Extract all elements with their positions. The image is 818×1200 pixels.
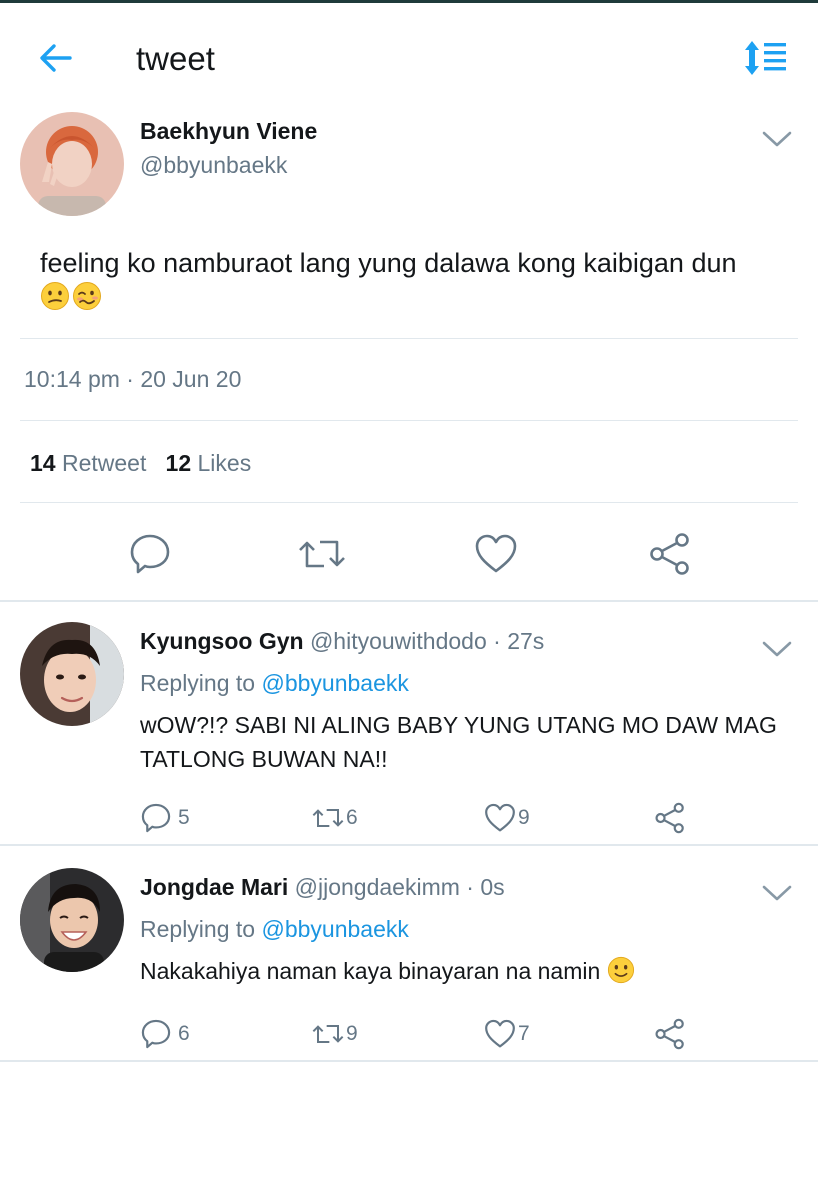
avatar-photo xyxy=(20,622,124,726)
like-button[interactable] xyxy=(474,532,518,576)
heart-icon xyxy=(485,803,515,832)
page-title: tweet xyxy=(136,40,215,77)
reply-avatar[interactable] xyxy=(20,622,124,726)
retweet-icon xyxy=(299,540,345,568)
arrow-left-icon xyxy=(40,44,72,72)
chevron-down-icon xyxy=(762,885,792,901)
divider xyxy=(0,844,818,846)
tweet-author: Baekhyun Viene @bbyunbaekk xyxy=(0,112,818,222)
back-button[interactable] xyxy=(36,38,76,78)
share-button[interactable] xyxy=(648,532,692,576)
reply-avatar[interactable] xyxy=(20,868,124,972)
woozy-face-emoji xyxy=(72,281,102,311)
chevron-down-icon xyxy=(762,641,792,657)
likes-stat[interactable]: 12 Likes xyxy=(166,450,252,476)
reply-time: · 0s xyxy=(466,874,505,900)
reply-share-button[interactable] xyxy=(654,800,686,836)
replying-to-mention[interactable]: @bbyunbaekk xyxy=(261,916,408,942)
tweet-stats: 14 Retweet 12 Likes xyxy=(30,450,251,477)
reply-menu-button[interactable] xyxy=(760,882,794,904)
share-icon xyxy=(655,1018,684,1050)
retweet-count: 14 xyxy=(30,450,56,476)
reply-time: · 27s xyxy=(493,628,545,654)
reply-reply-button[interactable]: 5 xyxy=(140,800,190,836)
reply-icon xyxy=(141,1019,171,1049)
reply-text: wOW?!? SABI NI ALING BABY YUNG UTANG MO … xyxy=(140,712,777,772)
slightly-smiling-face-emoji xyxy=(607,956,637,986)
divider xyxy=(0,1060,818,1062)
retweets-stat[interactable]: 14 Retweet xyxy=(30,450,146,476)
retweet-count: 6 xyxy=(346,806,358,829)
reply-like-button[interactable]: 7 xyxy=(484,1016,530,1052)
share-icon xyxy=(650,533,689,575)
reply-icon xyxy=(141,803,171,833)
divider xyxy=(20,420,798,421)
reply-icon xyxy=(130,534,170,574)
author-avatar[interactable] xyxy=(20,112,124,216)
replying-to-mention[interactable]: @bbyunbaekk xyxy=(261,670,408,696)
retweet-label: Retweet xyxy=(61,450,147,476)
reply-tweet[interactable]: Kyungsoo Gyn @hityouwithdodo · 27s Reply… xyxy=(0,622,818,844)
divider xyxy=(0,600,818,602)
reply-count: 6 xyxy=(178,1022,190,1045)
reply-header: Kyungsoo Gyn @hityouwithdodo · 27s xyxy=(140,628,544,655)
author-name[interactable]: Baekhyun Viene xyxy=(140,118,317,145)
divider xyxy=(20,502,798,503)
tweet-text: feeling ko namburaot lang yung dalawa ko… xyxy=(40,248,737,278)
retweet-button[interactable] xyxy=(298,532,345,576)
tweet-body: feeling ko namburaot lang yung dalawa ko… xyxy=(40,246,800,314)
retweet-icon xyxy=(312,1025,344,1043)
reply-author-name[interactable]: Kyungsoo Gyn xyxy=(140,628,304,654)
reply-author-handle[interactable]: @hityouwithdodo xyxy=(310,628,487,654)
reply-like-button[interactable]: 9 xyxy=(484,800,530,836)
divider xyxy=(20,338,798,339)
tweet-menu-button[interactable] xyxy=(760,128,794,150)
sort-list-icon xyxy=(745,41,786,75)
replying-to: Replying to @bbyunbaekk xyxy=(140,916,409,943)
avatar-photo xyxy=(20,868,124,972)
like-count: 7 xyxy=(518,1022,530,1045)
replying-to: Replying to @bbyunbaekk xyxy=(140,670,409,697)
like-count: 12 xyxy=(165,450,192,476)
app-header: tweet xyxy=(0,28,818,92)
chevron-down-icon xyxy=(762,131,792,147)
reply-retweet-button[interactable]: 6 xyxy=(312,800,358,836)
replying-to-label: Replying to xyxy=(140,670,256,696)
reply-reply-button[interactable]: 6 xyxy=(140,1016,190,1052)
confused-face-emoji xyxy=(40,281,70,311)
reply-retweet-button[interactable]: 9 xyxy=(312,1016,358,1052)
retweet-icon xyxy=(312,809,344,827)
reply-header: Jongdae Mari @jjongdaekimm · 0s xyxy=(140,874,505,901)
share-icon xyxy=(655,802,684,834)
reply-share-button[interactable] xyxy=(654,1016,686,1052)
tweet-timestamp: 10:14 pm · 20 Jun 20 xyxy=(24,366,242,392)
like-label: Likes xyxy=(197,450,252,476)
status-bar-edge xyxy=(0,0,818,3)
author-handle[interactable]: @bbyunbaekk xyxy=(140,152,287,179)
sort-replies-button[interactable] xyxy=(742,38,790,78)
avatar-photo xyxy=(20,112,124,216)
reply-button[interactable] xyxy=(128,532,172,576)
reply-menu-button[interactable] xyxy=(760,638,794,660)
reply-tweet[interactable]: Jongdae Mari @jjongdaekimm · 0s Replying… xyxy=(0,868,818,1062)
retweet-count: 9 xyxy=(346,1022,358,1045)
heart-icon xyxy=(475,534,517,573)
replying-to-label: Replying to xyxy=(140,916,256,942)
reply-author-handle[interactable]: @jjongdaekimm xyxy=(295,874,460,900)
like-count: 9 xyxy=(518,806,530,829)
reply-text: Nakakahiya naman kaya binayaran na namin xyxy=(140,958,601,984)
reply-body: Nakakahiya naman kaya binayaran na namin xyxy=(140,954,800,988)
reply-count: 5 xyxy=(178,806,190,829)
reply-author-name[interactable]: Jongdae Mari xyxy=(140,874,288,900)
heart-icon xyxy=(485,1019,515,1048)
